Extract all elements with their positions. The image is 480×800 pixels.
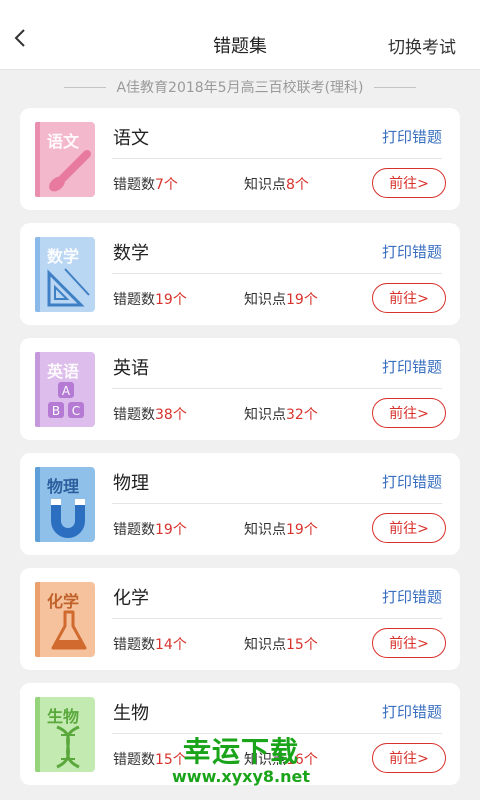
svg-text:B: B <box>52 404 60 418</box>
watermark: 幸运下载 www.xyxy8.net <box>166 736 316 786</box>
abc-blocks-icon: A B C <box>48 382 84 418</box>
book-cover-chinese: 语文 <box>35 122 95 197</box>
subject-card-chemistry: 化学 化学 打印错题 错题数14个 知识点15个 前往> <box>20 568 460 670</box>
knowledge-point-count: 知识点8个 <box>244 177 309 193</box>
exam-name: A佳教育2018年5月高三百校联考(理科) <box>116 80 364 96</box>
error-count: 错题数19个 <box>113 292 187 308</box>
divider-right <box>373 86 416 88</box>
error-count: 错题数38个 <box>113 407 187 423</box>
book-cover-title: 语文 <box>47 132 80 151</box>
go-button[interactable]: 前往> <box>372 628 446 658</box>
ruler-triangle-icon <box>47 268 90 307</box>
brush-icon <box>49 150 91 192</box>
subject-name: 语文 <box>113 128 149 149</box>
watermark-url: www.xyxy8.net <box>172 767 310 786</box>
book-cover-math: 数学 <box>35 237 95 312</box>
knowledge-point-count: 知识点19个 <box>244 292 318 308</box>
top-bar: 错题集 切换考试 <box>0 0 480 70</box>
magnet-icon <box>51 499 85 538</box>
error-count: 错题数19个 <box>113 522 187 538</box>
exam-name-row: A佳教育2018年5月高三百校联考(理科) <box>0 70 480 104</box>
go-button[interactable]: 前往> <box>372 283 446 313</box>
print-errors-button[interactable]: 打印错题 <box>382 356 442 377</box>
flask-icon <box>51 610 87 650</box>
print-errors-button[interactable]: 打印错题 <box>382 241 442 262</box>
book-cover-title: 生物 <box>47 707 80 726</box>
book-cover-english: 英语 A B C <box>35 352 95 427</box>
knowledge-point-count: 知识点15个 <box>244 637 318 653</box>
card-divider <box>112 618 442 619</box>
switch-exam-button[interactable]: 切换考试 <box>388 33 456 58</box>
subject-card-math: 数学 数学 打印错题 错题数19个 知识点19个 前往> <box>20 223 460 325</box>
go-button[interactable]: 前往> <box>372 168 446 198</box>
divider-left <box>64 86 107 88</box>
book-cover-physics: 物理 <box>35 467 95 542</box>
card-divider <box>112 273 442 274</box>
book-cover-title: 数学 <box>47 247 80 266</box>
card-divider <box>112 158 442 159</box>
book-cover-chemistry: 化学 <box>35 582 95 657</box>
book-spine <box>35 582 40 657</box>
card-divider <box>112 388 442 389</box>
subject-name: 英语 <box>113 358 149 379</box>
book-spine <box>35 352 40 427</box>
book-cover-biology: 生物 <box>35 697 95 772</box>
book-spine <box>35 237 40 312</box>
subject-card-physics: 物理 物理 打印错题 错题数19个 知识点19个 前往> <box>20 453 460 555</box>
book-cover-title: 物理 <box>47 477 80 496</box>
go-button[interactable]: 前往> <box>372 743 446 773</box>
subject-card-english: 英语 A B C 英语 打印错题 错题数38个 知识点32个 前往> <box>20 338 460 440</box>
book-spine <box>35 122 40 197</box>
subject-name: 数学 <box>113 243 149 264</box>
error-count: 错题数14个 <box>113 637 187 653</box>
book-cover-title: 化学 <box>47 592 80 611</box>
subject-name: 物理 <box>113 473 149 494</box>
dna-icon <box>56 725 80 769</box>
print-errors-button[interactable]: 打印错题 <box>382 701 442 722</box>
book-spine <box>35 697 40 772</box>
svg-text:C: C <box>72 404 80 418</box>
knowledge-point-count: 知识点19个 <box>244 522 318 538</box>
print-errors-button[interactable]: 打印错题 <box>382 586 442 607</box>
go-button[interactable]: 前往> <box>372 513 446 543</box>
watermark-text: 幸运下载 <box>182 735 299 768</box>
print-errors-button[interactable]: 打印错题 <box>382 126 442 147</box>
card-divider <box>112 733 442 734</box>
print-errors-button[interactable]: 打印错题 <box>382 471 442 492</box>
book-spine <box>35 467 40 542</box>
subject-card-chinese: 语文 语文 打印错题 错题数7个 知识点8个 前往> <box>20 108 460 210</box>
card-divider <box>112 503 442 504</box>
knowledge-point-count: 知识点32个 <box>244 407 318 423</box>
svg-text:A: A <box>62 384 71 398</box>
go-button[interactable]: 前往> <box>372 398 446 428</box>
book-cover-title: 英语 <box>47 362 80 381</box>
error-count: 错题数7个 <box>113 177 178 193</box>
subject-name: 生物 <box>113 703 149 724</box>
subject-name: 化学 <box>113 588 149 609</box>
